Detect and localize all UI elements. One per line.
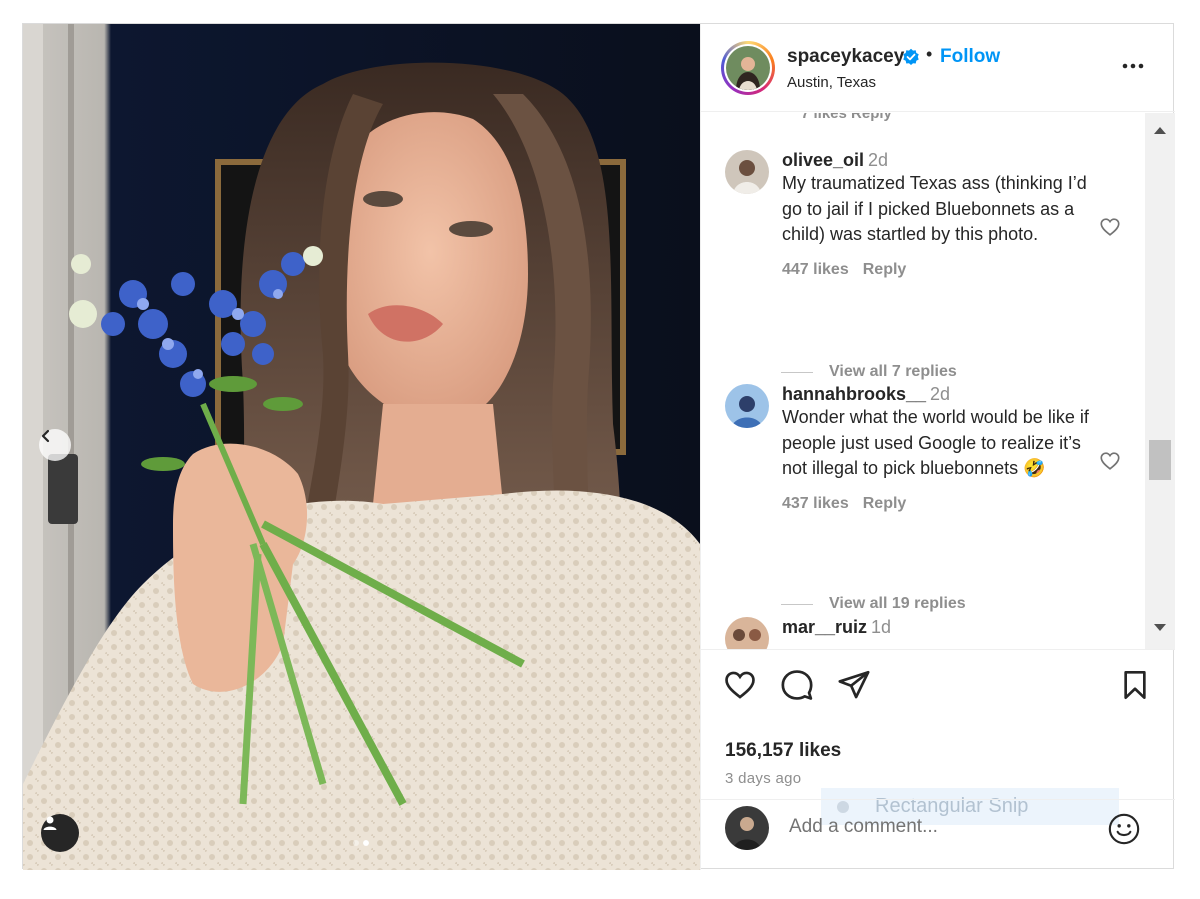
- paper-plane-icon[interactable]: [837, 668, 871, 702]
- viewer-avatar: [725, 806, 769, 850]
- commenter-avatar-image: [725, 384, 769, 428]
- follow-button[interactable]: Follow: [940, 46, 1000, 68]
- post-image: [23, 24, 700, 870]
- carousel-dot-active: [363, 840, 369, 846]
- commenter-avatar-image: [725, 150, 769, 194]
- author-avatar-image: [726, 46, 770, 90]
- post-sidebar: spaceykacey • Follow Austin, Texas 7 lik…: [700, 24, 1175, 870]
- previous-photo-button[interactable]: [39, 429, 71, 461]
- view-replies-label: View all 19 replies: [829, 595, 966, 612]
- heart-icon[interactable]: [723, 668, 757, 702]
- comment-username[interactable]: hannahbrooks__: [782, 384, 926, 404]
- commenter-avatar[interactable]: [725, 150, 769, 194]
- post-header: spaceykacey • Follow Austin, Texas: [701, 24, 1175, 112]
- reply-button[interactable]: Reply: [863, 261, 907, 278]
- scroll-up-arrow-icon[interactable]: [1153, 125, 1167, 135]
- commenter-avatar[interactable]: [725, 617, 769, 649]
- carousel-indicator: [353, 840, 369, 846]
- comment-username[interactable]: olivee_oil: [782, 150, 864, 170]
- comment-item: mar__ruiz 1d: [725, 617, 1145, 649]
- smiley-icon[interactable]: [1107, 812, 1141, 846]
- more-options-icon[interactable]: [1121, 54, 1145, 78]
- comment-bubble-icon[interactable]: [780, 668, 814, 702]
- comments-list: 7 likes Reply olivee_oil 2d My traumatize…: [701, 113, 1175, 649]
- comment-username[interactable]: mar__ruiz: [782, 617, 867, 637]
- post-location[interactable]: Austin, Texas: [787, 74, 876, 91]
- comment-likes[interactable]: 447 likes: [782, 261, 849, 278]
- tagged-users-button[interactable]: [41, 814, 79, 852]
- post-actions: 156,157 likes 3 days ago Rectangular Sni…: [701, 649, 1175, 825]
- comment-time: 1d: [871, 617, 892, 637]
- viewer-avatar-image: [725, 806, 769, 850]
- bookmark-icon[interactable]: [1119, 668, 1151, 702]
- chevron-left-icon: [41, 429, 50, 443]
- comment-time: 2d: [868, 150, 889, 170]
- reply-button[interactable]: Reply: [863, 495, 907, 512]
- add-comment-bar: [701, 799, 1175, 870]
- comment-text: My traumatized Texas ass (thinking I’d g…: [782, 173, 1087, 245]
- comment-item: olivee_oil 2d My traumatized Texas ass (t…: [725, 150, 1145, 330]
- comment-input[interactable]: [789, 816, 1089, 838]
- comment-item: hannahbrooks__ 2d Wonder what the world w…: [725, 384, 1145, 564]
- view-replies-label: View all 7 replies: [829, 363, 957, 380]
- comment-time: 2d: [930, 384, 951, 404]
- comment-like-heart-icon[interactable]: [1099, 216, 1121, 238]
- author-username[interactable]: spaceykacey: [787, 46, 904, 68]
- post-dialog: spaceykacey • Follow Austin, Texas 7 lik…: [22, 23, 1175, 870]
- comment-text: Wonder what the world would be like if p…: [782, 407, 1089, 479]
- comment-likes[interactable]: 437 likes: [782, 495, 849, 512]
- post-photo[interactable]: [23, 24, 700, 870]
- commenter-avatar-image: [725, 617, 769, 649]
- commenter-avatar[interactable]: [725, 384, 769, 428]
- scrollbar-thumb[interactable]: [1149, 440, 1171, 480]
- cut-off-comment-meta: 7 likes Reply: [801, 113, 892, 122]
- scroll-down-arrow-icon[interactable]: [1153, 623, 1167, 633]
- post-likes-count[interactable]: 156,157 likes: [725, 740, 841, 762]
- user-tag-icon: [43, 816, 57, 830]
- post-timestamp: 3 days ago: [725, 770, 802, 787]
- comment-like-heart-icon[interactable]: [1099, 450, 1121, 472]
- carousel-dot: [353, 840, 359, 846]
- view-replies-button[interactable]: View all 7 replies: [781, 363, 957, 381]
- verified-badge-icon: [903, 48, 919, 65]
- view-replies-button[interactable]: View all 19 replies: [781, 595, 966, 613]
- author-avatar[interactable]: [721, 41, 775, 95]
- header-separator: •: [926, 44, 933, 64]
- comments-scrollbar[interactable]: [1145, 113, 1175, 649]
